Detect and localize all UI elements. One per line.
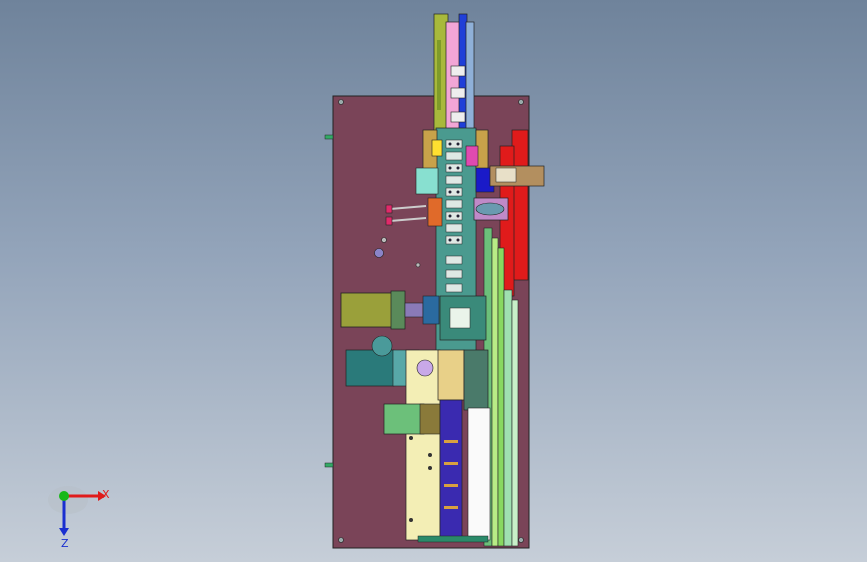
- feed-block: [437, 349, 465, 401]
- column-yellow-block: [431, 139, 443, 157]
- mount-hole: [338, 537, 344, 543]
- rail-green-3: [497, 247, 505, 547]
- round-cap: [371, 335, 393, 357]
- cream-plate: [405, 349, 441, 541]
- y-axis-dot: [59, 491, 69, 501]
- orange-block: [427, 197, 443, 227]
- coordinate-triad: X Z: [48, 486, 110, 550]
- z-axis-arrowhead: [59, 528, 69, 536]
- cyan-bracket: [415, 167, 439, 195]
- feeder-rail-stripe: [437, 40, 441, 110]
- mechanism-window: [449, 307, 471, 329]
- white-panel: [467, 407, 491, 541]
- z-axis-label: Z: [61, 537, 69, 550]
- servo-motor-flange: [390, 290, 406, 330]
- servo-motor-shaft: [404, 302, 424, 318]
- feeder-clip: [450, 65, 466, 77]
- mount-hole: [374, 248, 384, 258]
- triad-shadow: [48, 486, 88, 514]
- mount-hole: [338, 99, 344, 105]
- mount-hole: [381, 237, 387, 243]
- mount-hole: [518, 537, 524, 543]
- side-tab: [324, 462, 334, 468]
- magazine: [439, 399, 463, 541]
- feed-block-2: [463, 349, 489, 411]
- side-tab: [324, 134, 334, 140]
- bottom-strip: [417, 535, 489, 543]
- rail-green-5: [511, 299, 519, 547]
- mount-hole: [415, 262, 421, 268]
- feeder-clip: [450, 87, 466, 99]
- actuator-head: [495, 167, 517, 183]
- feeder-clip: [450, 111, 466, 123]
- pulley: [475, 202, 505, 216]
- olive-box: [419, 403, 441, 435]
- pink-block: [465, 145, 479, 167]
- rail-green-2: [491, 237, 499, 547]
- green-box: [383, 403, 425, 435]
- cad-assembly-model[interactable]: [0, 0, 867, 562]
- feeder-rail-right: [465, 21, 475, 135]
- teal-housing: [345, 349, 395, 387]
- mount-hole: [518, 99, 524, 105]
- bearing: [416, 359, 434, 377]
- graphics-viewport[interactable]: X Z: [0, 0, 867, 562]
- x-axis-label: X: [102, 488, 110, 501]
- rail-green-4: [503, 289, 513, 547]
- servo-motor-body: [340, 292, 394, 328]
- red-bar-tall: [511, 129, 529, 281]
- gearbox: [422, 295, 440, 325]
